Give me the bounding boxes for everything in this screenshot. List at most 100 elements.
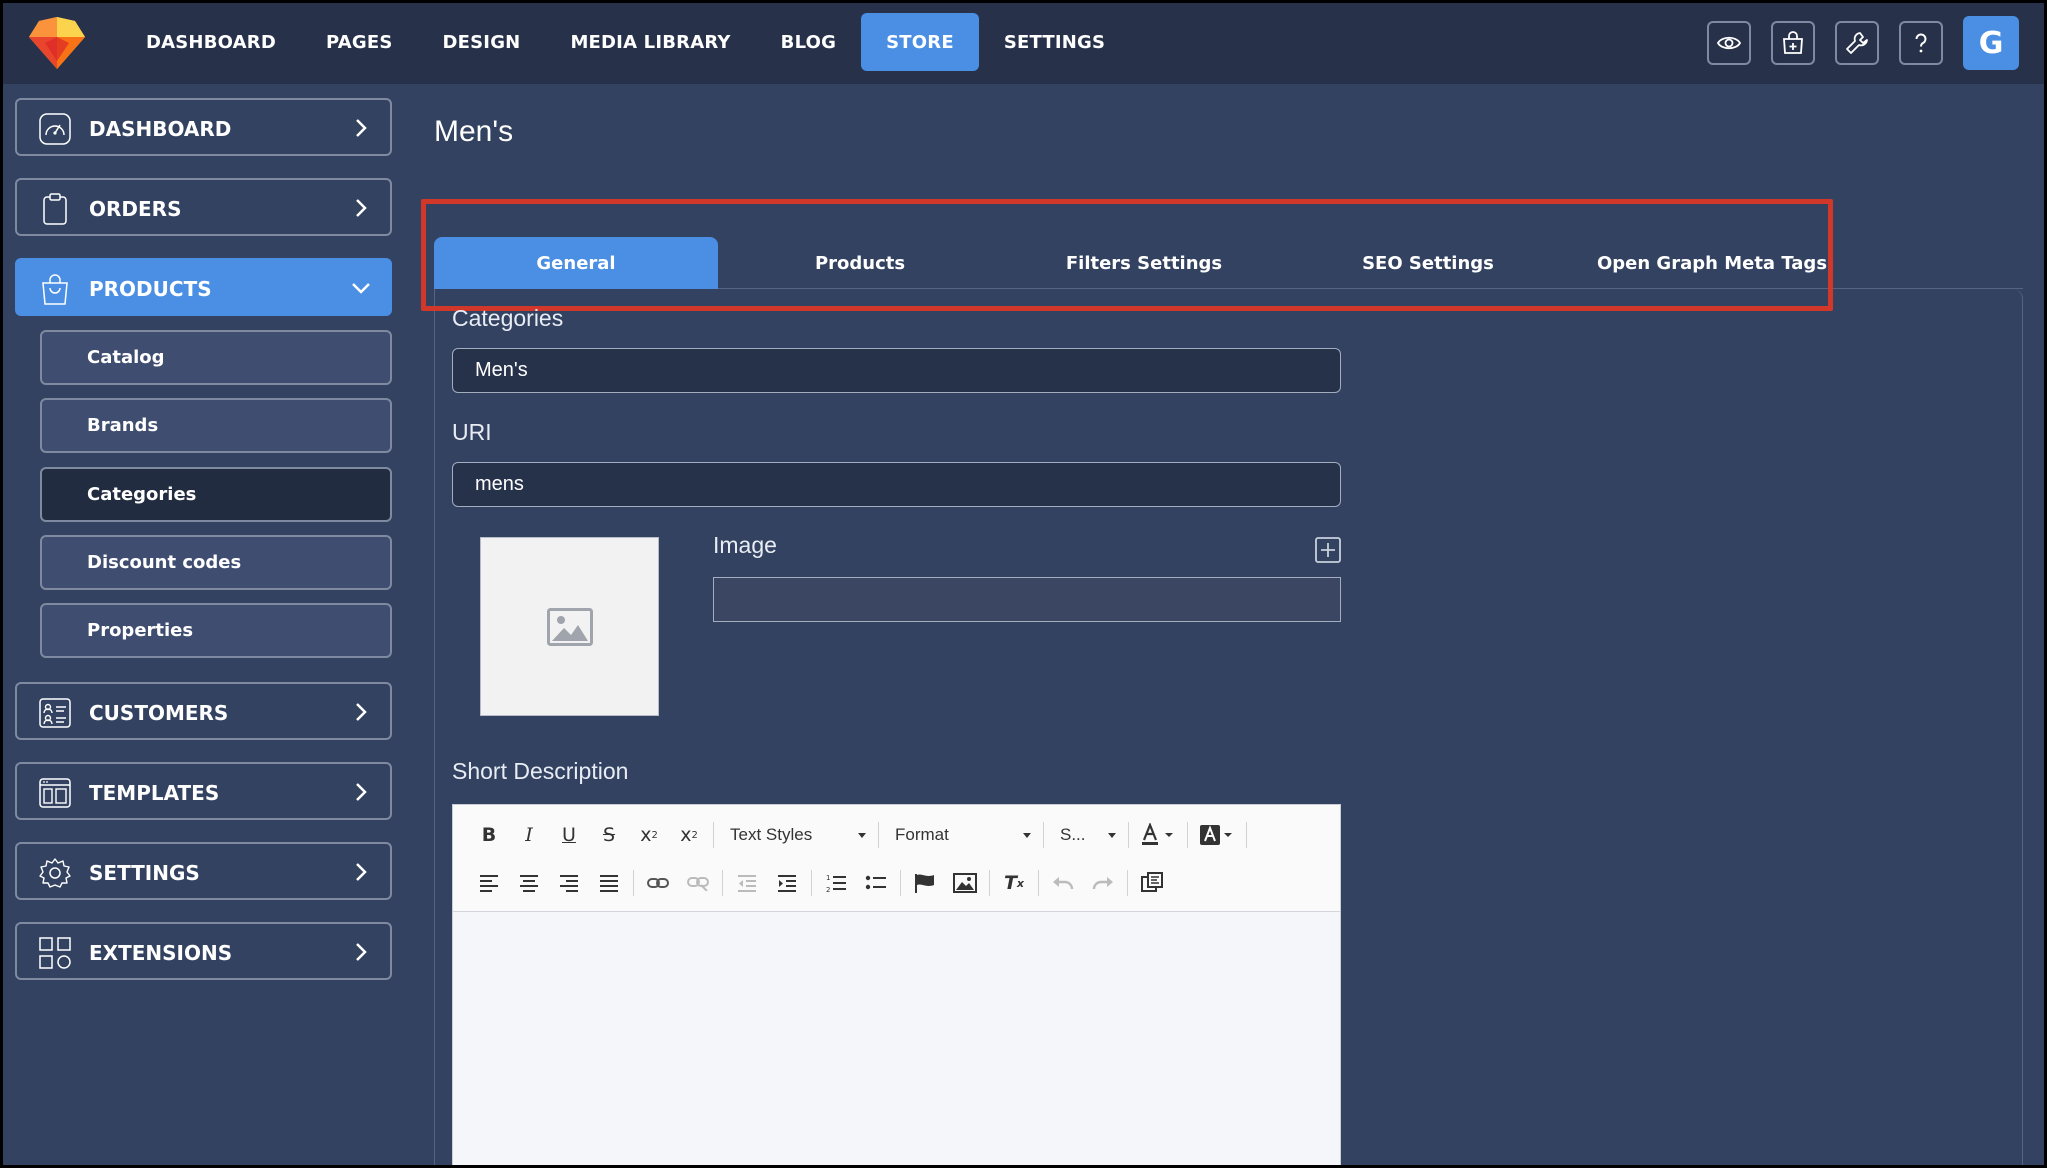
gauge-icon — [39, 113, 71, 145]
image-thumbnail[interactable] — [480, 537, 659, 716]
tab-general[interactable]: General — [434, 237, 718, 289]
align-left-icon — [480, 875, 498, 892]
bold-button[interactable]: B — [469, 820, 509, 850]
sidebar-item-templates[interactable]: TEMPLATES — [15, 762, 392, 820]
sidebar-item-dashboard[interactable]: DASHBOARD — [15, 98, 392, 156]
indent-icon — [778, 875, 796, 892]
image-input[interactable] — [713, 577, 1341, 622]
font-size-dropdown[interactable]: S... — [1048, 820, 1124, 850]
rich-text-editor: B I U S x2 x2 Text Styles Format S... 1 … — [452, 804, 1341, 1165]
categories-input[interactable] — [452, 348, 1341, 393]
subscript-button[interactable]: x2 — [629, 820, 669, 850]
wrench-icon — [1846, 32, 1868, 54]
numbered-list-button[interactable]: 12 — [816, 868, 856, 898]
unlink-button[interactable] — [678, 868, 718, 898]
help-button[interactable] — [1899, 21, 1943, 65]
chevron-right-icon — [356, 119, 367, 137]
sidebar-subitem-discount-codes[interactable]: Discount codes — [40, 535, 392, 590]
image-label: Image — [713, 532, 777, 558]
tab-bar: General Products Filters Settings SEO Se… — [434, 237, 1854, 289]
link-icon — [647, 878, 669, 888]
preview-button[interactable] — [1707, 21, 1751, 65]
sidebar-subitem-properties[interactable]: Properties — [40, 603, 392, 658]
toolbar-separator — [713, 822, 714, 848]
shop-add-button[interactable] — [1771, 21, 1815, 65]
uri-input[interactable] — [452, 462, 1341, 507]
toolbar-separator — [1038, 870, 1039, 896]
toolbar-separator — [722, 870, 723, 896]
svg-text:1: 1 — [826, 874, 830, 882]
align-left-button[interactable] — [469, 868, 509, 898]
nav-design[interactable]: DESIGN — [418, 13, 546, 71]
source-button[interactable] — [1132, 868, 1172, 898]
indent-button[interactable] — [767, 868, 807, 898]
image-placeholder-icon — [546, 607, 593, 646]
add-image-button[interactable] — [1315, 537, 1341, 563]
tab-products[interactable]: Products — [718, 237, 1002, 289]
tab-seo-settings[interactable]: SEO Settings — [1286, 237, 1570, 289]
background-color-icon — [1200, 825, 1232, 845]
superscript-button[interactable]: x2 — [669, 820, 709, 850]
chevron-right-icon — [356, 783, 367, 801]
nav-pages[interactable]: PAGES — [301, 13, 418, 71]
background-color-button[interactable] — [1192, 820, 1242, 850]
bullet-list-button[interactable] — [856, 868, 896, 898]
source-icon — [1141, 872, 1163, 892]
underline-button[interactable]: U — [549, 820, 589, 850]
toolbar-separator — [1187, 822, 1188, 848]
undo-button[interactable] — [1043, 868, 1083, 898]
text-color-icon — [1142, 823, 1173, 845]
remove-format-button[interactable]: Tx — [994, 868, 1034, 898]
font-size-label: S... — [1060, 825, 1086, 844]
user-avatar[interactable]: G — [1963, 16, 2019, 70]
sidebar-label: DASHBOARD — [89, 117, 232, 141]
align-center-button[interactable] — [509, 868, 549, 898]
unlink-icon — [687, 877, 709, 891]
text-styles-dropdown[interactable]: Text Styles — [718, 820, 874, 850]
format-dropdown[interactable]: Format — [883, 820, 1039, 850]
sidebar-item-settings[interactable]: SETTINGS — [15, 842, 392, 900]
nav-settings[interactable]: SETTINGS — [979, 13, 1130, 71]
sidebar-item-extensions[interactable]: EXTENSIONS — [15, 922, 392, 980]
italic-button[interactable]: I — [509, 820, 549, 850]
toolbar-separator — [1043, 822, 1044, 848]
sidebar-subitem-categories[interactable]: Categories — [40, 467, 392, 522]
insert-image-button[interactable] — [945, 868, 985, 898]
caret-down-icon — [1023, 832, 1031, 838]
strikethrough-button[interactable]: S — [589, 820, 629, 850]
nav-store[interactable]: STORE — [861, 13, 979, 71]
toolbar-separator — [811, 870, 812, 896]
logo-icon[interactable] — [27, 13, 87, 71]
nav-dashboard[interactable]: DASHBOARD — [121, 13, 301, 71]
redo-button[interactable] — [1083, 868, 1123, 898]
text-color-button[interactable] — [1133, 820, 1183, 850]
nav-blog[interactable]: BLOG — [756, 13, 861, 71]
justify-button[interactable] — [589, 868, 629, 898]
toolbar-separator — [900, 870, 901, 896]
gear-icon — [39, 858, 71, 888]
tab-filters-settings[interactable]: Filters Settings — [1002, 237, 1286, 289]
format-label: Format — [895, 825, 949, 844]
outdent-button[interactable] — [727, 868, 767, 898]
editor-content[interactable] — [453, 913, 1340, 1165]
extensions-icon — [39, 937, 71, 969]
sidebar-item-products[interactable]: PRODUCTS — [15, 258, 392, 316]
nav-media-library[interactable]: MEDIA LIBRARY — [545, 13, 755, 71]
sidebar-label: TEMPLATES — [89, 781, 220, 805]
sidebar-subitem-brands[interactable]: Brands — [40, 398, 392, 453]
tools-button[interactable] — [1835, 21, 1879, 65]
chevron-right-icon — [356, 863, 367, 881]
caret-down-icon — [1108, 832, 1116, 838]
link-button[interactable] — [638, 868, 678, 898]
tab-open-graph-meta-tags[interactable]: Open Graph Meta Tags — [1570, 237, 1854, 289]
sidebar-subitem-catalog[interactable]: Catalog — [40, 330, 392, 385]
align-right-button[interactable] — [549, 868, 589, 898]
bullet-list-icon — [865, 875, 886, 890]
shop-add-icon — [1783, 31, 1803, 54]
anchor-button[interactable] — [905, 868, 945, 898]
sidebar-item-customers[interactable]: CUSTOMERS — [15, 682, 392, 740]
align-right-icon — [560, 875, 578, 892]
page-title: Men's — [434, 115, 514, 148]
sidebar-item-orders[interactable]: ORDERS — [15, 178, 392, 236]
sidebar-label: SETTINGS — [89, 861, 200, 885]
